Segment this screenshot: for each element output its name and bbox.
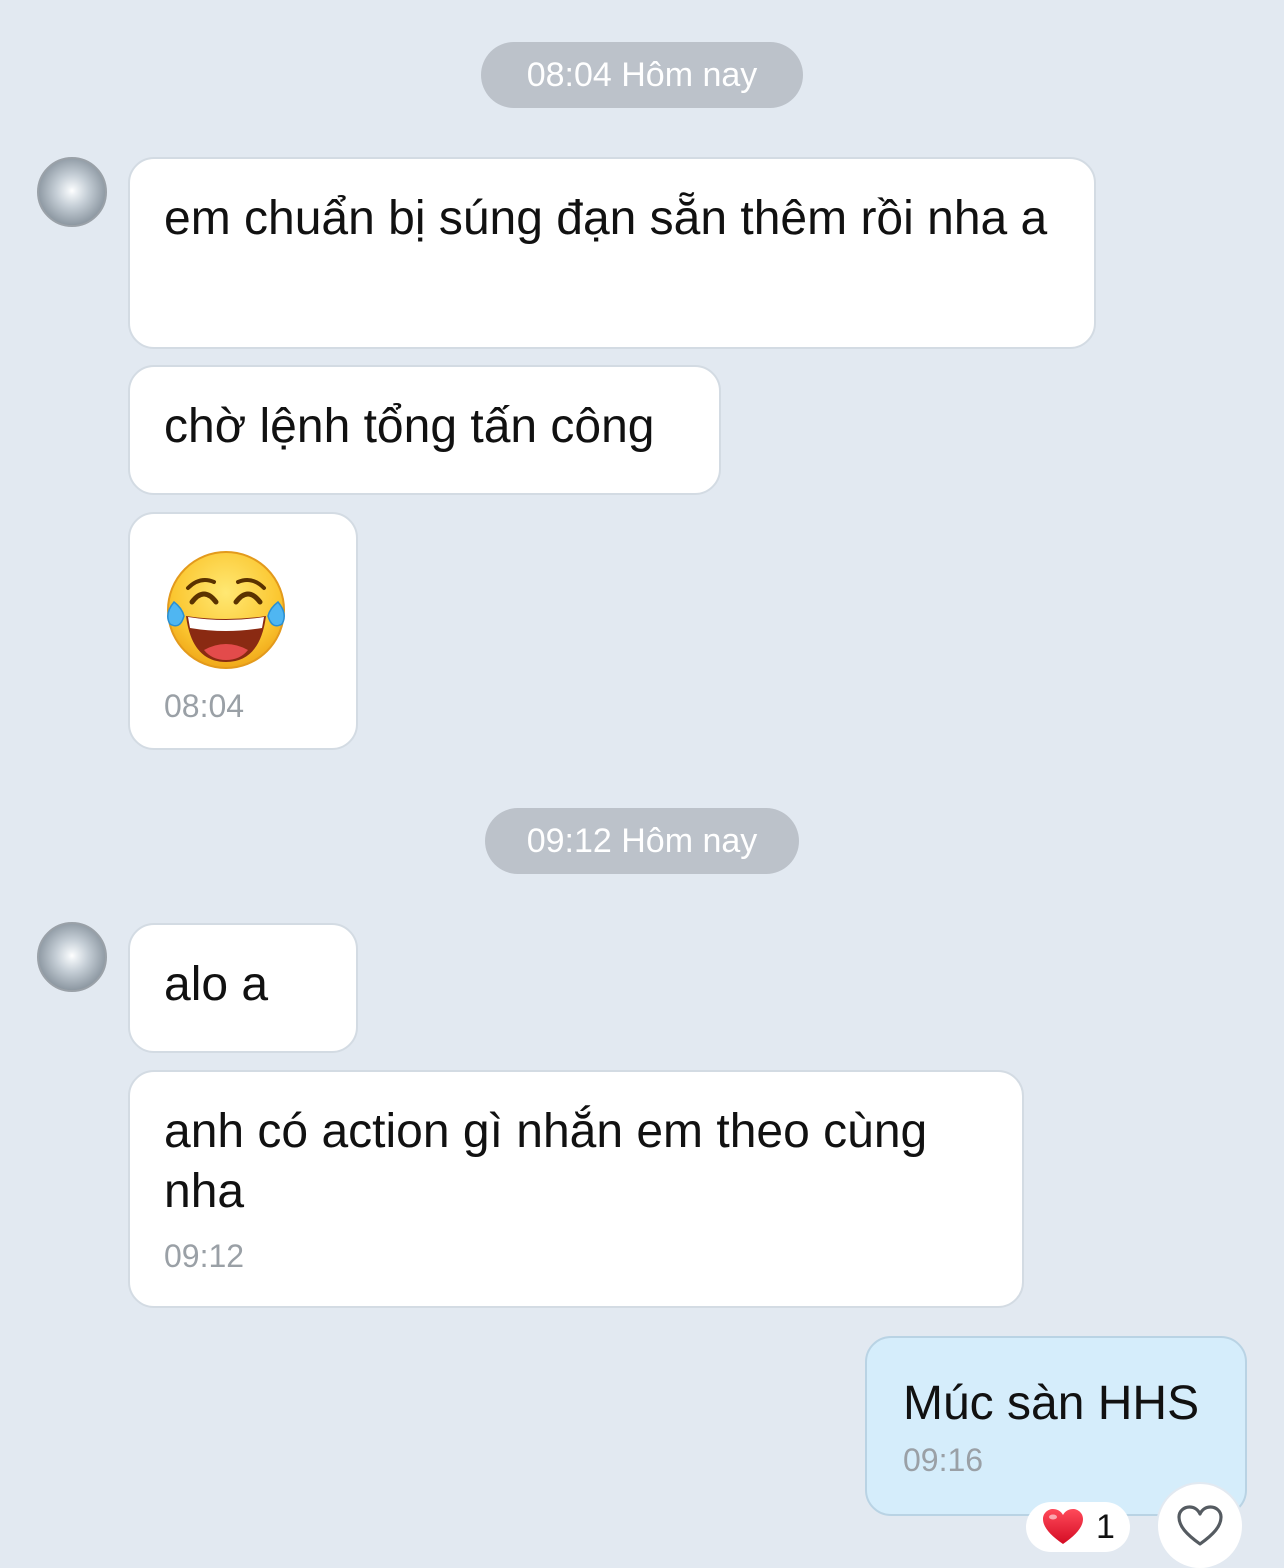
- reaction-chip[interactable]: 1: [1026, 1502, 1130, 1552]
- reaction-count: 1: [1096, 1507, 1115, 1546]
- message-bubble[interactable]: chờ lệnh tổng tấn công: [128, 365, 721, 495]
- message-text: anh có action gì nhắn em theo cùng nha: [164, 1105, 928, 1218]
- date-separator: 08:04 Hôm nay: [481, 42, 803, 108]
- message-timestamp: 09:16: [903, 1442, 984, 1478]
- message-bubble[interactable]: anh có action gì nhắn em theo cùng nha 0…: [128, 1070, 1024, 1308]
- sender-avatar[interactable]: [37, 157, 107, 227]
- message-text: chờ lệnh tổng tấn công: [164, 400, 655, 453]
- message-timestamp: 09:12: [164, 1238, 245, 1274]
- sender-avatar[interactable]: [37, 922, 107, 992]
- red-heart-icon: [1042, 1508, 1084, 1546]
- emoji-message-bubble[interactable]: 08:04: [128, 512, 358, 750]
- react-button[interactable]: [1158, 1484, 1242, 1568]
- message-text: em chuẩn bị súng đạn sẵn thêm rồi nha a: [164, 192, 1048, 245]
- message-text: Múc sàn HHS: [903, 1377, 1200, 1430]
- message-bubble[interactable]: em chuẩn bị súng đạn sẵn thêm rồi nha a: [128, 157, 1096, 349]
- face-with-tears-of-joy-icon: [164, 550, 290, 672]
- date-separator: 09:12 Hôm nay: [485, 808, 799, 874]
- heart-outline-icon: [1177, 1505, 1223, 1547]
- message-bubble[interactable]: alo a: [128, 923, 358, 1053]
- message-timestamp: 08:04: [164, 688, 245, 724]
- message-text: alo a: [164, 958, 269, 1011]
